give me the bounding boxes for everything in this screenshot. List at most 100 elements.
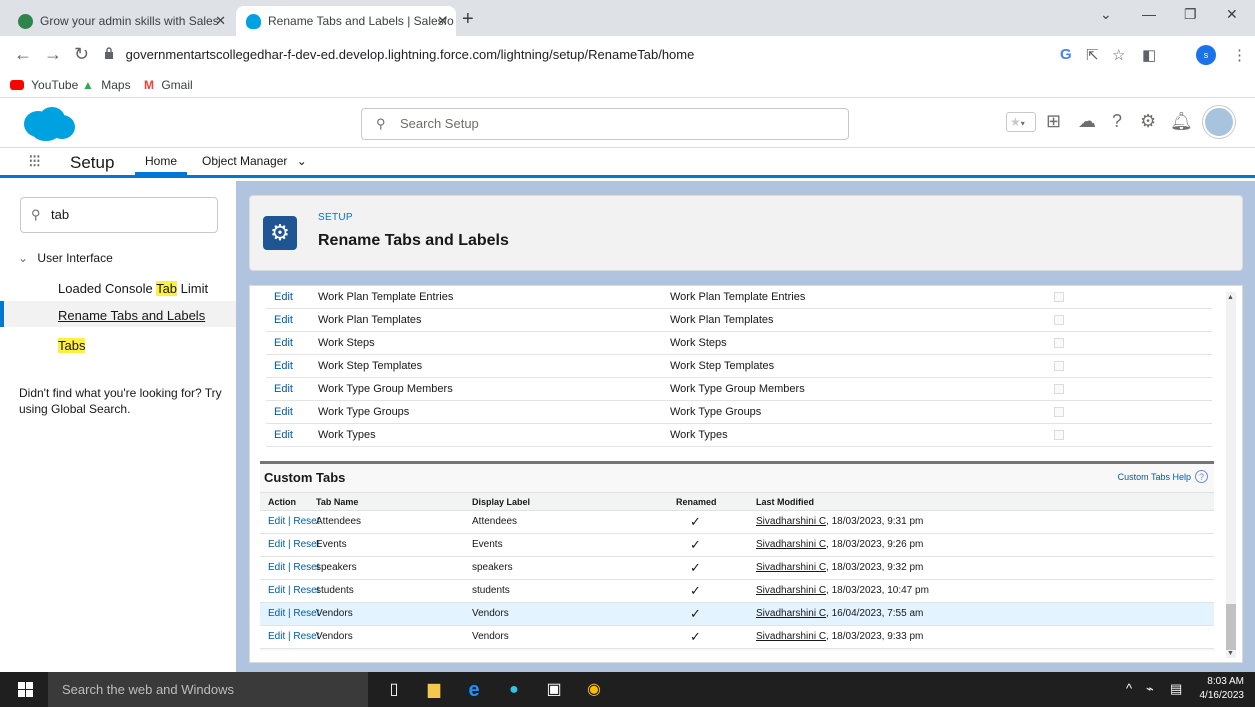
forward-arrow-icon[interactable]: →	[44, 44, 62, 64]
column-header-last-modified: Last Modified	[756, 497, 814, 507]
search-placeholder: Search Setup	[400, 116, 479, 131]
browser-tab-rename-tabs[interactable]: Rename Tabs and Labels | Salesfo ✕	[236, 6, 456, 36]
display-label: Work Types	[670, 429, 728, 441]
app-launcher-waffle-icon[interactable]: ⁝⁝⁝	[28, 152, 41, 170]
sidebar-item-loaded-console-tab-limit[interactable]: Loaded Console Tab Limit	[58, 281, 208, 296]
sidebar-item-tabs[interactable]: Tabs	[58, 338, 86, 353]
modified-by-link[interactable]: Sivadharshini C	[756, 585, 826, 596]
sidebar-item-rename-tabs-and-labels[interactable]: Rename Tabs and Labels	[58, 308, 205, 323]
sidebar-item-label: Limit	[177, 281, 209, 296]
global-header: ⚲ Search Setup ★▾ ⊞ ☁ ? ⚙ 🔔︎	[0, 98, 1255, 148]
edit-link[interactable]: Edit	[274, 309, 293, 331]
edit-link[interactable]: Edit	[274, 286, 293, 308]
modified-at: , 18/03/2023, 9:33 pm	[826, 631, 924, 642]
nav-tab-home[interactable]: Home	[135, 148, 188, 175]
scroll-up-arrow-icon[interactable]: ▲	[1227, 294, 1234, 301]
share-icon[interactable]: ⇱	[1086, 46, 1099, 64]
minimize-icon[interactable]: —	[1142, 6, 1156, 22]
renamed-check-icon: ✓	[690, 537, 701, 552]
bookmark-label: YouTube	[31, 78, 79, 92]
edit-link[interactable]: Edit	[274, 355, 293, 377]
back-arrow-icon[interactable]: ←	[14, 44, 32, 64]
tab-name: Work Type Groups	[318, 406, 410, 418]
custom-tabs-help-link[interactable]: Custom Tabs Help?	[1118, 470, 1208, 483]
modified-by-link[interactable]: Sivadharshini C	[756, 608, 826, 619]
display-label: students	[472, 585, 510, 596]
column-header-renamed: Renamed	[676, 497, 717, 507]
profile-avatar[interactable]: s	[1196, 45, 1216, 65]
taskbar-search-input[interactable]: Search the web and Windows	[48, 672, 368, 707]
address-bar[interactable]: governmentartscollegedhar-f-dev-ed.devel…	[104, 41, 1024, 69]
edit-reset-links[interactable]: Edit | Reset	[268, 603, 320, 625]
display-label: Attendees	[472, 516, 518, 527]
close-tab-icon[interactable]: ✕	[215, 6, 226, 36]
search-highlight: Tab	[156, 281, 178, 296]
edit-link[interactable]: Edit	[274, 332, 293, 354]
action-center-icon[interactable]: ▤	[1170, 681, 1182, 697]
edit-link[interactable]: Edit	[274, 424, 293, 446]
table-row: Edit | Reset Vendors Vendors ✓ Sivadhars…	[260, 603, 1214, 626]
store-icon[interactable]: ▣	[544, 680, 564, 700]
browser-tab-title: Rename Tabs and Labels | Salesfo	[268, 14, 454, 28]
content-scrollbar[interactable]: ▲ ▼	[1226, 292, 1236, 658]
setup-gear-icon: ⚙	[263, 216, 297, 250]
bookmark-youtube[interactable]: YouTube	[10, 78, 78, 92]
edit-link[interactable]: Edit	[274, 378, 293, 400]
edit-reset-links[interactable]: Edit | Reset	[268, 511, 320, 533]
bookmark-gmail[interactable]: M Gmail	[144, 78, 193, 92]
edge-icon[interactable]: ●	[504, 680, 524, 700]
notifications-bell-icon[interactable]: 🔔︎	[1170, 110, 1193, 132]
bookmark-maps[interactable]: ▲ Maps	[82, 78, 131, 92]
network-icon[interactable]: ⌁	[1146, 681, 1154, 697]
modified-by-link[interactable]: Sivadharshini C	[756, 631, 826, 642]
taskbar-clock[interactable]: 8:03 AM 4/16/2023	[1198, 675, 1245, 703]
setup-gear-icon[interactable]: ⚙	[1140, 110, 1156, 132]
edit-reset-links[interactable]: Edit | Reset	[268, 534, 320, 556]
global-search-input[interactable]: ⚲ Search Setup	[361, 108, 849, 140]
nav-tab-object-manager[interactable]: Object Manager ⌄	[192, 148, 317, 175]
modified-at: , 18/03/2023, 10:47 pm	[826, 585, 929, 596]
side-panel-icon[interactable]: ◧	[1142, 46, 1156, 64]
tab-name: Work Type Group Members	[318, 383, 453, 395]
edit-reset-links[interactable]: Edit | Reset	[268, 580, 320, 602]
modified-by-link[interactable]: Sivadharshini C	[756, 516, 826, 527]
edit-reset-links[interactable]: Edit | Reset	[268, 626, 320, 648]
scrollbar-thumb[interactable]	[1226, 604, 1236, 650]
favorites-button[interactable]: ★▾	[1006, 112, 1036, 132]
column-header-display-label: Display Label	[472, 497, 531, 507]
tree-group-user-interface[interactable]: ⌄ User Interface	[18, 251, 113, 265]
windows-start-icon[interactable]	[18, 682, 33, 697]
modified-by-link[interactable]: Sivadharshini C	[756, 562, 826, 573]
salesforce-logo-icon[interactable]	[20, 106, 76, 142]
close-window-icon[interactable]: ✕	[1226, 6, 1238, 23]
tab-search-chevron-icon[interactable]: ⌄	[1100, 6, 1112, 23]
chrome-icon[interactable]: ◉	[584, 680, 604, 700]
edit-link[interactable]: Edit	[274, 401, 293, 423]
reload-icon[interactable]: ↻	[74, 44, 89, 64]
table-row: Edit Work Plan Templates Work Plan Templ…	[266, 309, 1212, 332]
restore-icon[interactable]: ❐	[1184, 6, 1197, 23]
bookmark-star-icon[interactable]: ☆	[1112, 46, 1125, 64]
file-explorer-icon[interactable]: ▆	[424, 680, 444, 700]
lock-icon	[105, 47, 113, 59]
task-view-icon[interactable]: ▯	[384, 680, 404, 700]
close-tab-icon[interactable]: ✕	[437, 6, 448, 36]
new-tab-plus-icon[interactable]: +	[462, 6, 474, 32]
edge-legacy-icon[interactable]: e	[464, 680, 484, 700]
renamed-checkbox	[1054, 338, 1064, 348]
user-avatar[interactable]	[1203, 106, 1235, 138]
trailhead-guide-icon[interactable]: ☁	[1078, 110, 1096, 132]
modified-by-link[interactable]: Sivadharshini C	[756, 539, 826, 550]
global-actions-plus-icon[interactable]: ⊞	[1046, 110, 1061, 132]
setup-sidebar: ⚲ tab ⌄ User Interface Loaded Console Ta…	[0, 181, 236, 672]
tab-name: Vendors	[316, 608, 353, 619]
browser-tab-trailhead[interactable]: Grow your admin skills with Sales ✕	[8, 6, 234, 36]
quick-find-input[interactable]: ⚲ tab	[20, 197, 218, 233]
tray-chevron-up-icon[interactable]: ^	[1126, 681, 1132, 696]
edit-reset-links[interactable]: Edit | Reset	[268, 557, 320, 579]
scroll-down-arrow-icon[interactable]: ▼	[1227, 650, 1234, 657]
kebab-menu-icon[interactable]: ⋮	[1232, 46, 1247, 64]
google-icon[interactable]: G	[1060, 46, 1072, 63]
display-label: Work Type Groups	[670, 406, 762, 418]
help-question-icon[interactable]: ?	[1112, 110, 1122, 132]
